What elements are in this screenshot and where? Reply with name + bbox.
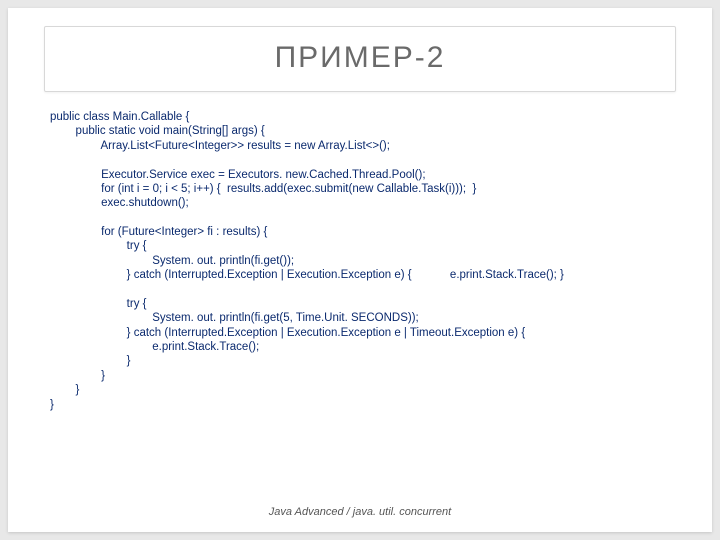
slide-title: ПРИМЕР-2: [45, 41, 675, 75]
title-container: ПРИМЕР-2: [44, 26, 676, 92]
slide: ПРИМЕР-2 public class Main.Callable { pu…: [8, 8, 712, 532]
slide-footer: Java Advanced / java. util. concurrent: [8, 506, 712, 518]
code-block: public class Main.Callable { public stat…: [50, 110, 682, 412]
